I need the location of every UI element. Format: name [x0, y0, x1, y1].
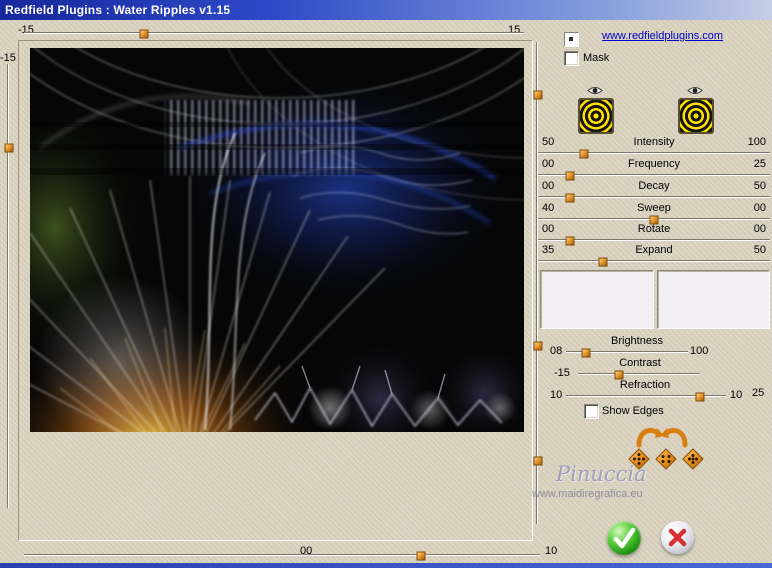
expand-max: 50: [753, 244, 766, 256]
frequency-slider-handle[interactable]: [565, 171, 575, 180]
title-bar[interactable]: Redfield Plugins : Water Ripples v1.15: [0, 0, 772, 20]
cancel-button[interactable]: [661, 521, 694, 554]
brightness-min: 08: [550, 345, 563, 357]
plugin-window: Redfield Plugins : Water Ripples v1.15 -…: [0, 0, 772, 568]
rotate-max: 00: [753, 223, 766, 235]
right-slider-bottom-label: 25: [752, 387, 765, 399]
expand-slider-row: 35 Expand 50: [538, 244, 770, 270]
rotate-label: Rotate: [637, 223, 671, 235]
frequency-label: Frequency: [628, 158, 680, 170]
watermark-name: Pinuccia: [556, 462, 647, 486]
intensity-slider-track[interactable]: [538, 149, 770, 158]
intensity-label: Intensity: [633, 136, 675, 148]
frequency-max: 25: [753, 158, 766, 170]
contrast-label: Contrast: [619, 357, 661, 369]
top-slider-track[interactable]: [24, 29, 524, 38]
decay-label: Decay: [638, 180, 670, 192]
cross-icon: [668, 528, 687, 547]
refraction-slider-track[interactable]: [566, 392, 726, 401]
mask-checkbox[interactable]: [564, 51, 579, 66]
refraction-label: Refraction: [619, 379, 671, 391]
decay-max: 50: [753, 180, 766, 192]
brightness-slider-track[interactable]: [566, 348, 688, 357]
expand-slider-track[interactable]: [538, 257, 770, 266]
watermark-site: www.maidiregrafica.eu: [532, 488, 643, 500]
eye-icon[interactable]: [687, 85, 703, 96]
right-slider-handle-c[interactable]: [533, 456, 542, 466]
show-edges-label: Show Edges: [602, 405, 664, 417]
fractal-artwork: [30, 48, 524, 432]
bottom-slider-handle[interactable]: [416, 551, 426, 560]
decay-slider-handle[interactable]: [565, 193, 575, 202]
left-slider-label: -15: [0, 52, 16, 64]
contrast-slider-handle[interactable]: [614, 370, 624, 379]
preview-toggle-icon[interactable]: [564, 32, 579, 47]
show-edges-checkbox[interactable]: [584, 404, 599, 419]
window-bottom-edge: [0, 563, 772, 568]
ripple-pattern-thumbnail-1[interactable]: [578, 98, 614, 134]
right-slider-handle-a[interactable]: [533, 90, 542, 100]
intensity-max: 100: [747, 136, 766, 148]
expand-label: Expand: [635, 244, 673, 256]
window-title: Redfield Plugins : Water Ripples v1.15: [5, 3, 231, 17]
frequency-slider-track[interactable]: [538, 171, 770, 180]
right-slider-handle-b[interactable]: [533, 341, 542, 351]
random-dice-icon[interactable]: [682, 448, 706, 472]
random-dice-icon[interactable]: [655, 448, 679, 472]
eye-icon[interactable]: [587, 85, 603, 96]
website-link[interactable]: www.redfieldplugins.com: [602, 30, 723, 42]
brightness-max: 100: [690, 345, 709, 357]
refraction-slider-handle[interactable]: [695, 392, 705, 401]
contrast-min: -15: [554, 367, 570, 379]
check-icon: [613, 527, 636, 549]
brightness-label: Brightness: [611, 335, 663, 347]
left-slider-handle[interactable]: [4, 143, 13, 153]
ripple-pattern-thumbnail-2[interactable]: [678, 98, 714, 134]
top-slider-handle[interactable]: [139, 29, 149, 38]
decay-slider-track[interactable]: [538, 193, 770, 202]
envelope-box-left: [540, 270, 654, 329]
refraction-right-value: 10: [730, 389, 743, 401]
refraction-min: 10: [550, 389, 563, 401]
left-slider-track[interactable]: [4, 64, 13, 508]
envelope-box-right: [657, 270, 770, 329]
preview-image[interactable]: [30, 48, 524, 432]
curved-arrows-icon[interactable]: [632, 422, 692, 448]
expand-slider-handle[interactable]: [598, 257, 608, 266]
bottom-slider-track[interactable]: [24, 551, 540, 560]
bottom-slider-right-label: 10: [545, 545, 558, 557]
apply-button[interactable]: [607, 521, 641, 555]
brightness-slider-handle[interactable]: [581, 348, 591, 357]
mask-label: Mask: [583, 52, 610, 64]
sweep-max: 00: [753, 202, 766, 214]
sweep-label: Sweep: [637, 202, 671, 214]
contrast-slider-track[interactable]: [578, 370, 700, 379]
intensity-slider-handle[interactable]: [579, 149, 589, 158]
